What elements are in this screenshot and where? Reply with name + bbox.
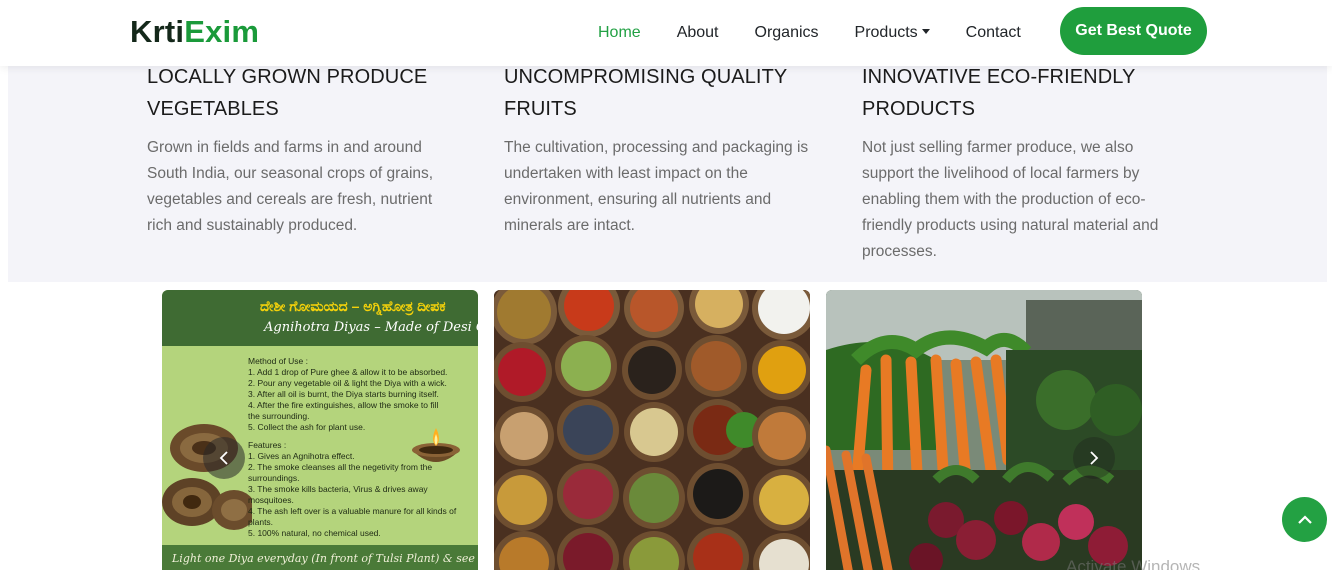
feature-products: INNOVATIVE ECO-FRIENDLY PRODUCTS Not just…	[862, 66, 1172, 265]
feature-title-line1: UNCOMPROMISING QUALITY	[504, 66, 788, 88]
feature-title-line2: PRODUCTS	[862, 98, 976, 120]
feature-point: 1. Gives an Agnihotra effect.	[248, 451, 355, 461]
feature-title-line1: INNOVATIVE ECO-FRIENDLY	[862, 66, 1136, 88]
nav-home[interactable]: Home	[598, 24, 641, 42]
windows-activation-watermark: Activate Windows	[1066, 557, 1201, 570]
cowdung-diyas-image	[162, 424, 252, 530]
feature-point: 4. The ash left over is a valuable manur…	[248, 506, 457, 527]
carousel-item-vegetables[interactable]	[826, 290, 1142, 570]
features-heading: Features :	[248, 440, 287, 450]
feature-vegetables: LOCALLY GROWN PRODUCE VEGETABLES Grown in…	[147, 66, 457, 239]
feature-point: 5. 100% natural, no chemical used.	[248, 528, 381, 538]
diya-footer-text: Light one Diya everyday (In front of Tul…	[162, 545, 478, 570]
nav-products-label: Products	[854, 24, 918, 41]
feature-description: The cultivation, processing and packagin…	[504, 139, 809, 234]
carousel-item-spices[interactable]	[494, 290, 810, 570]
carousel-next-button[interactable]	[1073, 437, 1115, 479]
nav-organics[interactable]: Organics	[755, 24, 819, 42]
features-section: LOCALLY GROWN PRODUCE VEGETABLES Grown in…	[8, 66, 1327, 282]
brand-logo[interactable]: KrtiExim	[130, 13, 259, 51]
diya-title: Agnihotra Diyas – Made of Desi Cowdung	[264, 320, 478, 335]
feature-description: Grown in fields and farms in and around …	[147, 139, 434, 234]
method-step: 2. Pour any vegetable oil & light the Di…	[248, 378, 447, 388]
feature-description: Not just selling farmer produce, we also…	[862, 139, 1159, 260]
nav-products-dropdown[interactable]: Products	[855, 24, 930, 42]
feature-fruits: UNCOMPROMISING QUALITY FRUITS The cultiva…	[504, 66, 814, 239]
method-step: the surrounding.	[248, 411, 310, 421]
feature-title: LOCALLY GROWN PRODUCE VEGETABLES	[147, 61, 457, 125]
method-step: 4. After the fire extinguishes, allow th…	[248, 400, 439, 410]
vegetables-image	[826, 290, 1142, 570]
navbar: KrtiExim Home About Organics Products Co…	[0, 0, 1332, 66]
get-best-quote-button[interactable]: Get Best Quote	[1060, 7, 1207, 55]
method-step: 5. Collect the ash for plant use.	[248, 422, 366, 432]
feature-title-line1: LOCALLY GROWN PRODUCE	[147, 66, 428, 88]
product-carousel: ದೇಶೀ ಗೋಮಯದ – ಅಗ್ನಿಹೋತ್ರ ದೀಪಕ Agnihotra D…	[0, 282, 1332, 570]
spices-image	[494, 290, 810, 570]
feature-point: 3. The smoke kills bacteria, Virus & dri…	[248, 484, 428, 505]
chevron-right-icon	[1090, 451, 1099, 465]
diya-title-kannada: ದೇಶೀ ಗೋಮಯದ – ಅಗ್ನಿಹೋತ್ರ ದೀಪಕ	[260, 298, 446, 314]
chevron-up-icon	[1297, 514, 1312, 524]
feature-title: UNCOMPROMISING QUALITY FRUITS	[504, 61, 814, 125]
method-heading: Method of Use :	[248, 356, 309, 366]
brand-logo-part1: Krti	[130, 14, 185, 49]
feature-point: 2. The smoke cleanses all the negetivity…	[248, 462, 433, 483]
brand-logo-part2: Exim	[184, 14, 260, 49]
chevron-left-icon	[219, 451, 228, 465]
method-step: 3. After all oil is burnt, the Diya star…	[248, 389, 439, 399]
feature-title: INNOVATIVE ECO-FRIENDLY PRODUCTS	[862, 61, 1172, 125]
method-step: 1. Add 1 drop of Pure ghee & allow it to…	[248, 367, 448, 377]
feature-title-line2: FRUITS	[504, 98, 577, 120]
diya-instructions: Method of Use : 1. Add 1 drop of Pure gh…	[248, 356, 474, 539]
nav-contact[interactable]: Contact	[966, 24, 1021, 42]
nav-about[interactable]: About	[677, 24, 719, 42]
carousel-prev-button[interactable]	[203, 437, 245, 479]
nav-links: Home About Organics Products Contact	[598, 0, 1057, 66]
caret-down-icon	[921, 29, 930, 34]
scroll-to-top-button[interactable]	[1282, 497, 1327, 542]
feature-title-line2: VEGETABLES	[147, 98, 279, 120]
carousel-item-diya[interactable]: ದೇಶೀ ಗೋಮಯದ – ಅಗ್ನಿಹೋತ್ರ ದೀಪಕ Agnihotra D…	[162, 290, 478, 570]
